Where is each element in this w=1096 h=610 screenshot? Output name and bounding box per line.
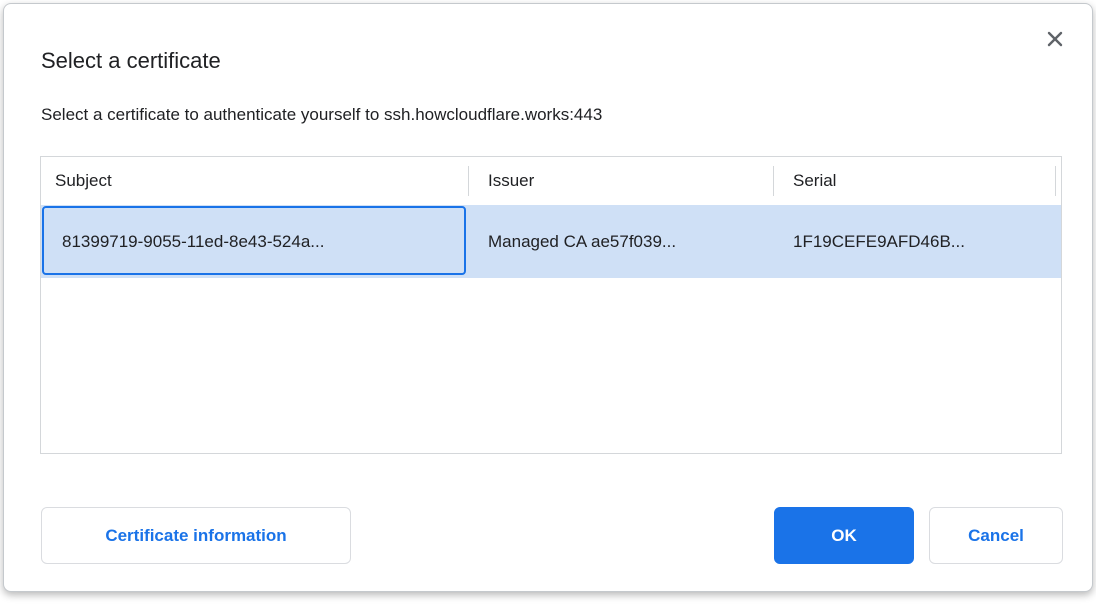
column-header-serial[interactable]: Serial xyxy=(774,166,1056,196)
dialog-title: Select a certificate xyxy=(41,48,221,74)
close-button[interactable] xyxy=(1042,26,1068,52)
ok-button[interactable]: OK xyxy=(774,507,914,564)
cell-issuer[interactable]: Managed CA ae57f039... xyxy=(469,232,774,252)
certificate-select-dialog: Select a certificate Select a certificat… xyxy=(3,3,1093,592)
cell-serial[interactable]: 1F19CEFE9AFD46B... xyxy=(774,232,1056,252)
close-icon xyxy=(1046,30,1064,48)
column-header-issuer[interactable]: Issuer xyxy=(469,166,774,196)
certificate-information-button[interactable]: Certificate information xyxy=(41,507,351,564)
column-header-gutter xyxy=(1056,166,1061,196)
cell-subject[interactable]: 81399719-9055-11ed-8e43-524a... xyxy=(41,232,469,252)
certificate-table: Subject Issuer Serial 81399719-9055-11ed… xyxy=(40,156,1062,454)
dialog-subtitle: Select a certificate to authenticate you… xyxy=(41,105,602,125)
cancel-button[interactable]: Cancel xyxy=(929,507,1063,564)
table-header: Subject Issuer Serial xyxy=(41,157,1061,205)
certificate-row[interactable]: 81399719-9055-11ed-8e43-524a... Managed … xyxy=(41,205,1061,278)
column-header-subject[interactable]: Subject xyxy=(41,166,469,196)
